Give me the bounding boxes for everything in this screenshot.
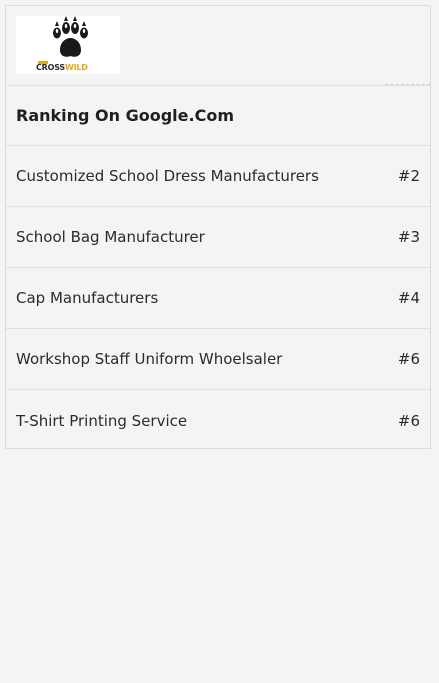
section-heading: Ranking On Google.Com — [16, 106, 234, 125]
logo-row: CROSSWILD — [6, 6, 430, 86]
ranking-row: Customized School Dress Manufacturers #2 — [6, 146, 430, 207]
ranking-position: #6 — [397, 411, 420, 430]
brand-wordmark: CROSSWILD — [36, 63, 88, 72]
ranking-keyword: Cap Manufacturers — [16, 289, 159, 307]
ranking-row: T-Shirt Printing Service #6 — [6, 390, 430, 451]
ranking-card: CROSSWILD Ranking On Google.Com Customiz… — [5, 5, 431, 449]
ranking-position: #2 — [397, 167, 420, 185]
ranking-row: Cap Manufacturers #4 — [6, 268, 430, 329]
ranking-keyword: School Bag Manufacturer — [16, 228, 205, 246]
divider — [385, 84, 430, 85]
ranking-position: #4 — [397, 289, 420, 307]
brand-logo[interactable]: CROSSWILD — [16, 16, 120, 74]
brand-wordmark-part1: CROSS — [36, 63, 65, 72]
ranking-keyword: Workshop Staff Uniform Whoelsaler — [16, 350, 283, 368]
heading-row: Ranking On Google.Com — [6, 86, 430, 146]
ranking-keyword: T-Shirt Printing Service — [16, 411, 188, 430]
ranking-position: #6 — [397, 350, 420, 368]
ranking-position: #3 — [397, 228, 420, 246]
ranking-keyword: Customized School Dress Manufacturers — [16, 167, 319, 185]
ranking-row: School Bag Manufacturer #3 — [6, 207, 430, 268]
ranking-row: Workshop Staff Uniform Whoelsaler #6 — [6, 329, 430, 390]
brand-wordmark-part2: WILD — [65, 63, 88, 72]
